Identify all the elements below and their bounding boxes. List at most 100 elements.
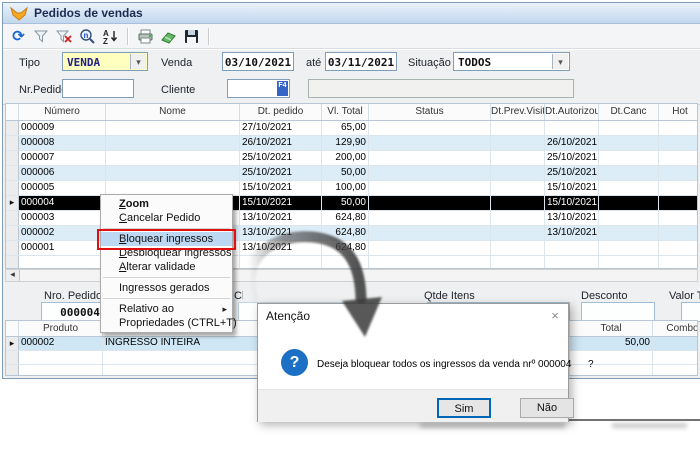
menu-item-alterar-validade[interactable]: Alterar validade xyxy=(101,260,232,274)
grid-cell[interactable] xyxy=(545,121,599,135)
grid-cell[interactable]: 000009 xyxy=(19,121,106,135)
valor-total-field[interactable] xyxy=(681,302,700,322)
grid-cell[interactable]: 000007 xyxy=(19,151,106,165)
grid-cell[interactable]: 15/10/2021 xyxy=(240,196,322,210)
grid-cell[interactable] xyxy=(491,226,545,240)
nr-pedido-input[interactable] xyxy=(62,79,134,98)
grid-cell[interactable] xyxy=(491,166,545,180)
grid-cell[interactable]: 000004 xyxy=(19,196,106,210)
grid-cell[interactable]: 26/10/2021 xyxy=(545,136,599,150)
save-icon[interactable] xyxy=(183,28,200,45)
grid-cell[interactable] xyxy=(599,181,659,195)
grid-cell[interactable] xyxy=(599,166,659,180)
grid-cell[interactable]: 15/10/2021 xyxy=(240,181,322,195)
grid-cell[interactable]: 13/10/2021 xyxy=(545,226,599,240)
grid-cell[interactable]: 624,80 xyxy=(322,226,369,240)
grid-cell[interactable] xyxy=(491,196,545,210)
grid-cell[interactable]: 000006 xyxy=(19,166,106,180)
grid-cell[interactable]: 000008 xyxy=(19,136,106,150)
grid-cell[interactable]: 624,80 xyxy=(322,211,369,225)
grid-cell[interactable] xyxy=(369,151,491,165)
refresh-icon[interactable]: ⟳ xyxy=(10,28,27,45)
grid-cell[interactable] xyxy=(599,211,659,225)
grid-cell[interactable] xyxy=(106,166,240,180)
grid-cell[interactable] xyxy=(369,136,491,150)
grid-cell[interactable] xyxy=(653,337,698,350)
cliente-code-input[interactable]: F4 xyxy=(227,79,290,98)
grid-cell[interactable] xyxy=(369,196,491,210)
chevron-down-icon[interactable]: ▾ xyxy=(552,54,568,69)
grid-cell[interactable] xyxy=(599,226,659,240)
sort-icon[interactable]: A Z xyxy=(102,28,119,45)
grid-cell[interactable] xyxy=(369,121,491,135)
grid-cell[interactable] xyxy=(659,181,698,195)
grid-cell[interactable]: 50,00 xyxy=(322,196,369,210)
window-titlebar[interactable]: Pedidos de vendas xyxy=(3,3,700,24)
grid-cell[interactable]: 13/10/2021 xyxy=(240,241,322,255)
scroll-left-icon[interactable]: ◂ xyxy=(6,270,20,281)
grid-cell[interactable] xyxy=(106,136,240,150)
chevron-down-icon[interactable]: ▾ xyxy=(130,54,146,69)
grid-cell[interactable] xyxy=(491,181,545,195)
yes-button[interactable]: Sim xyxy=(437,398,491,418)
menu-item-cancelar-pedido[interactable]: Cancelar Pedido xyxy=(101,211,232,225)
grid-cell[interactable]: 26/10/2021 xyxy=(240,136,322,150)
filter-icon[interactable] xyxy=(33,28,50,45)
table-row[interactable]: 00000725/10/2021200,0025/10/2021 xyxy=(6,151,697,166)
grid-cell[interactable]: 000002 xyxy=(19,337,103,350)
grid-cell[interactable]: 000003 xyxy=(19,211,106,225)
grid-cell[interactable]: 50,00 xyxy=(570,337,653,350)
grid-cell[interactable] xyxy=(659,121,698,135)
grid-cell[interactable]: 624,80 xyxy=(322,241,369,255)
grid-cell[interactable]: 129,90 xyxy=(322,136,369,150)
menu-item-ingressos-gerados[interactable]: Ingressos gerados xyxy=(101,281,232,295)
grid-cell[interactable] xyxy=(106,181,240,195)
grid-cell[interactable]: 13/10/2021 xyxy=(240,226,322,240)
grid-cell[interactable]: 200,00 xyxy=(322,151,369,165)
menu-item-zoom[interactable]: Zoom xyxy=(101,197,232,211)
grid-cell[interactable]: 25/10/2021 xyxy=(545,151,599,165)
grid-cell[interactable]: 000002 xyxy=(19,226,106,240)
grid-cell[interactable]: 25/10/2021 xyxy=(240,151,322,165)
grid-cell[interactable] xyxy=(659,136,698,150)
grid-cell[interactable]: 000005 xyxy=(19,181,106,195)
grid-cell[interactable] xyxy=(369,241,491,255)
grid-cell[interactable]: 15/10/2021 xyxy=(545,181,599,195)
grid-cell[interactable] xyxy=(491,211,545,225)
grid-cell[interactable]: 65,00 xyxy=(322,121,369,135)
grid-cell[interactable] xyxy=(491,151,545,165)
grid-cell[interactable]: 100,00 xyxy=(322,181,369,195)
grid-cell[interactable] xyxy=(599,241,659,255)
grid-cell[interactable]: 27/10/2021 xyxy=(240,121,322,135)
date-from-field[interactable]: 03/10/2021 xyxy=(222,52,294,71)
eraser-icon[interactable] xyxy=(160,28,177,45)
grid-cell[interactable] xyxy=(599,121,659,135)
grid-cell[interactable] xyxy=(659,226,698,240)
grid-cell[interactable]: 15/10/2021 xyxy=(545,196,599,210)
grid-cell[interactable] xyxy=(491,241,545,255)
grid-cell[interactable] xyxy=(369,211,491,225)
grid-cell[interactable] xyxy=(659,166,698,180)
grid-cell[interactable] xyxy=(659,196,698,210)
table-row[interactable]: 00000826/10/2021129,9026/10/2021 xyxy=(6,136,697,151)
print-icon[interactable] xyxy=(137,28,154,45)
grid-cell[interactable] xyxy=(659,211,698,225)
grid-cell[interactable] xyxy=(491,136,545,150)
grid-cell[interactable] xyxy=(599,136,659,150)
grid-cell[interactable]: 13/10/2021 xyxy=(240,211,322,225)
date-to-field[interactable]: 03/11/2021 xyxy=(325,52,397,71)
grid-cell[interactable] xyxy=(369,181,491,195)
no-button[interactable]: Não xyxy=(520,398,574,418)
tipo-combobox[interactable]: VENDA ▾ xyxy=(62,52,148,71)
grid-cell[interactable] xyxy=(659,241,698,255)
menu-item-propriedades-ctrl-t[interactable]: Propriedades (CTRL+T) xyxy=(101,316,232,330)
desconto-field[interactable] xyxy=(581,302,655,322)
clear-filter-icon[interactable] xyxy=(56,28,73,45)
grid-cell[interactable]: 000001 xyxy=(19,241,106,255)
grid-cell[interactable] xyxy=(659,151,698,165)
find-icon[interactable]: n xyxy=(79,28,96,45)
menu-item-relativo-ao[interactable]: Relativo ao▸ xyxy=(101,302,232,316)
grid-cell[interactable]: 25/10/2021 xyxy=(240,166,322,180)
grid-cell[interactable] xyxy=(369,166,491,180)
cliente-f4-button[interactable]: F4 xyxy=(277,81,288,96)
